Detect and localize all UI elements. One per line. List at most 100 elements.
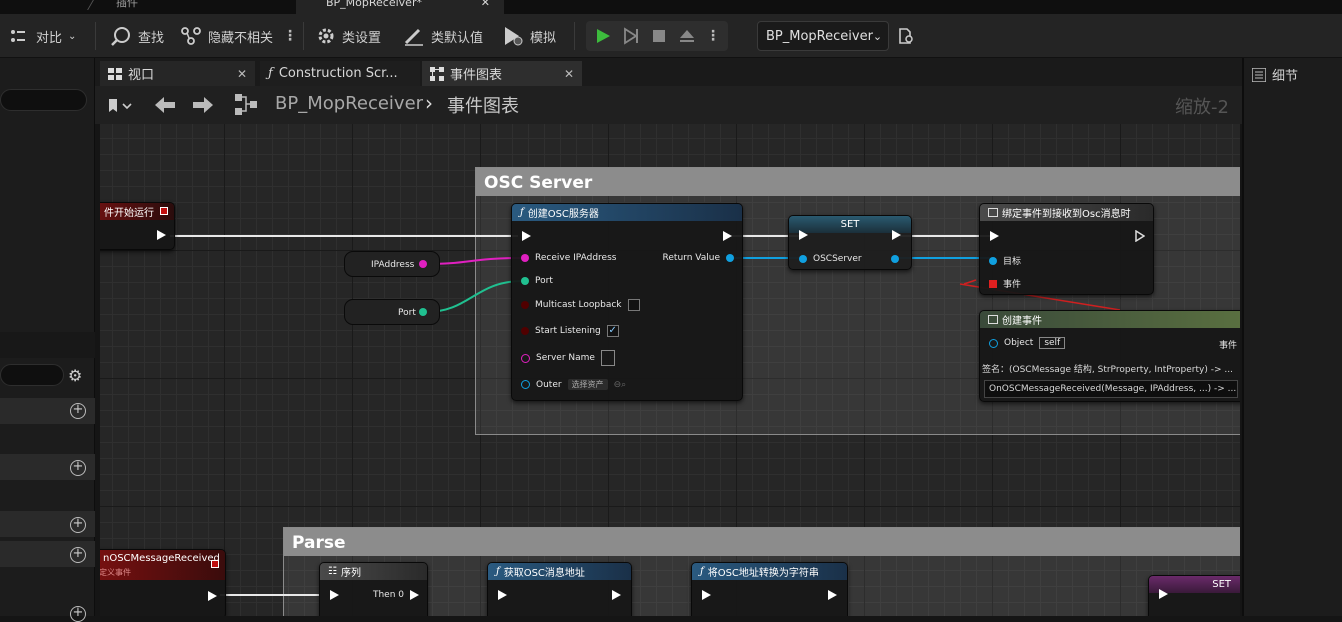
node-title: SET [1212, 579, 1231, 590]
exec-out-pin[interactable] [723, 231, 732, 241]
play-icon[interactable] [594, 27, 612, 45]
pin-start-listening[interactable]: Start Listening ✓ [521, 325, 619, 337]
exec-in-pin[interactable] [498, 590, 507, 600]
hide-unrelated-label: 隐藏不相关 [208, 30, 274, 46]
pin-server-name[interactable]: Server Name [521, 350, 615, 366]
function-select[interactable]: OnOSCMessageReceived(Message, IPAddress,… [984, 380, 1238, 398]
node-bind-osc-message-received[interactable]: 绑定事件到接收到Osc消息时 目标 事件 [979, 203, 1154, 295]
event-delegate-pin[interactable] [160, 207, 168, 215]
node-create-event[interactable]: 创建事件 Object self 事件 签名：(OSCMessage 结构, St… [979, 310, 1240, 402]
pin-event-out[interactable]: 事件 [1219, 338, 1237, 351]
exec-in-pin[interactable] [702, 590, 711, 600]
node-create-osc-server[interactable]: ƒ 创建OSC服务器 Receive IPAddress Return Valu… [511, 203, 743, 401]
exec-in-pin[interactable] [990, 231, 999, 241]
play-options-icon[interactable]: ⋮ [706, 28, 720, 44]
port-out-pin[interactable] [419, 308, 427, 316]
ipaddress-out-pin[interactable] [419, 260, 427, 268]
breadcrumb-blueprint[interactable]: BP_MopReceiver [275, 93, 423, 114]
start-listening-checkbox[interactable]: ✓ [606, 325, 619, 337]
exec-in-pin[interactable] [1159, 589, 1168, 599]
pin-oscserver-in[interactable]: OSCServer [799, 254, 862, 264]
class-settings-button[interactable]: 类设置 [316, 14, 381, 58]
details-header[interactable]: 细节 [1252, 65, 1298, 84]
pin-label: Outer [536, 379, 562, 390]
exec-out-pin[interactable] [157, 230, 166, 240]
stop-icon[interactable] [650, 27, 668, 45]
multicast-checkbox[interactable] [627, 299, 640, 311]
tab-construction-script[interactable]: ƒ Construction Scr... [260, 61, 420, 86]
exec-in-pin[interactable] [522, 231, 531, 241]
add-dispatcher-icon[interactable]: + [70, 606, 86, 622]
pin-target[interactable]: 目标 [989, 254, 1021, 267]
node-title: 将OSC地址转换为字符串 [707, 568, 819, 579]
step-icon[interactable] [622, 27, 640, 45]
pin-receive-ipaddress[interactable]: Receive IPAddress [521, 253, 616, 263]
window-tab-strip [0, 0, 1342, 14]
node-get-ipaddress[interactable]: IPAddress [344, 251, 440, 277]
server-name-input[interactable] [600, 350, 615, 366]
browse-asset-icon[interactable]: ⊖⌕ [614, 380, 627, 390]
tab-event-graph[interactable]: 事件图表 ✕ [422, 61, 582, 86]
node-subtitle: 定义事件 [100, 568, 131, 577]
more-options-icon[interactable]: ⋮ [283, 14, 297, 58]
diff-button[interactable]: 对比 ⌄ [10, 14, 76, 58]
node-set-variable[interactable]: SET [1148, 575, 1240, 616]
add-graph-icon[interactable]: + [70, 403, 86, 419]
exec-out-pin[interactable] [892, 230, 901, 240]
pin-outer[interactable]: Outer 选择资产 ⊖⌕ [521, 379, 626, 390]
exec-out-pin[interactable] [1135, 230, 1145, 242]
zoom-level: 缩放-2 [1175, 97, 1229, 118]
pin-label: Server Name [536, 353, 595, 363]
node-sequence[interactable]: ☷ 序列 Then 0 [319, 562, 428, 616]
tab-viewport[interactable]: 视口 ✕ [100, 61, 255, 86]
close-icon[interactable]: ✕ [481, 0, 490, 8]
back-arrow-icon[interactable] [155, 97, 175, 113]
class-defaults-button[interactable]: 类默认值 [403, 14, 483, 58]
exec-out-pin[interactable] [612, 590, 621, 600]
node-osc-address-to-string[interactable]: ƒ 将OSC地址转换为字符串 [691, 562, 848, 616]
pin-oscserver-out[interactable] [891, 255, 899, 263]
find-button[interactable]: 查找 [110, 14, 164, 58]
pin-multicast-loopback[interactable]: Multicast Loopback [521, 299, 640, 311]
exec-in-pin[interactable] [799, 230, 808, 240]
tab-plugins[interactable]: 插件 [108, 0, 188, 14]
node-set-oscserver[interactable]: SET OSCServer [788, 215, 912, 270]
pin-then-0[interactable]: Then 0 [373, 590, 419, 600]
pin-port[interactable]: Port [521, 276, 553, 286]
node-get-port[interactable]: Port [344, 299, 440, 325]
node-title: nOSCMessageReceived [103, 553, 220, 564]
node-get-osc-address[interactable]: ƒ 获取OSC消息地址 [487, 562, 632, 616]
components-search-input[interactable] [0, 89, 87, 111]
close-icon[interactable]: ✕ [237, 67, 247, 81]
node-custom-event[interactable]: nOSCMessageReceived 定义事件 [100, 549, 226, 616]
event-delegate-pin[interactable] [211, 560, 219, 568]
tab-bp-mopreceiver[interactable]: BP_MopReceiver* ✕ [296, 0, 504, 14]
add-macro-icon[interactable]: + [70, 517, 86, 533]
object-value-input[interactable]: self [1039, 337, 1066, 349]
outer-asset-select[interactable]: 选择资产 [567, 379, 608, 390]
simulate-button[interactable]: 模拟 [502, 14, 556, 58]
browse-asset-icon[interactable] [897, 27, 915, 48]
pin-label: 事件 [1003, 280, 1022, 290]
exec-out-pin[interactable] [828, 590, 837, 600]
add-variable-icon[interactable]: + [70, 547, 86, 563]
pin-object[interactable]: Object self [989, 337, 1066, 349]
add-function-icon[interactable]: + [70, 460, 86, 476]
close-icon[interactable]: ✕ [564, 67, 574, 81]
settings-gear-icon[interactable]: ⚙ [68, 366, 82, 385]
bookmark-icon[interactable] [107, 98, 133, 114]
exec-in-pin[interactable] [330, 590, 339, 600]
function-icon: ƒ [520, 207, 524, 218]
event-graph-canvas[interactable]: OSC Server Parse 件开始运行 IPAddress Port ƒ … [100, 124, 1240, 616]
details-icon [1252, 67, 1266, 82]
blueprint-debug-select[interactable]: BP_MopReceiver ⌄ [757, 21, 889, 51]
blueprint-search-input[interactable] [0, 364, 64, 386]
node-event-begin-play[interactable]: 件开始运行 [100, 202, 175, 250]
variable-label: IPAddress [371, 260, 415, 270]
forward-arrow-icon[interactable] [193, 97, 213, 113]
hide-unrelated-button[interactable]: 隐藏不相关 [180, 14, 273, 58]
exec-out-pin[interactable] [208, 591, 217, 601]
eject-icon[interactable] [678, 27, 696, 45]
pin-event[interactable]: 事件 [989, 277, 1021, 290]
pin-return-value[interactable]: Return Value [663, 253, 734, 263]
